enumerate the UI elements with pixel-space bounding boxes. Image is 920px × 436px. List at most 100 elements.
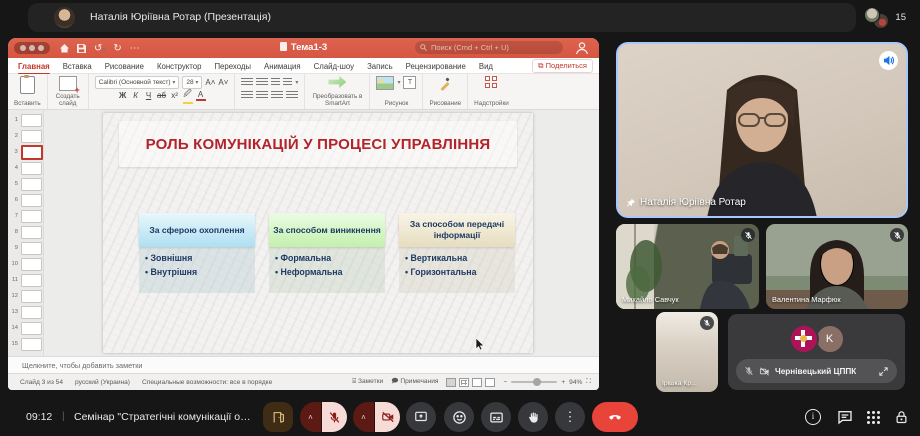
menu-tab-10[interactable]: Вид	[479, 62, 493, 71]
menu-tab-7[interactable]: Слайд-шоу	[314, 62, 354, 71]
reactions-button[interactable]	[444, 402, 474, 432]
more-options-button[interactable]: ⋮	[555, 402, 585, 432]
font-color-button[interactable]: А	[196, 90, 206, 101]
slide-thumbnail-3[interactable]: 3	[8, 144, 43, 160]
present-screen-button[interactable]	[406, 402, 436, 432]
account-icon[interactable]	[575, 41, 589, 55]
video-tile-cppk[interactable]: K Чернівецький ЦППК	[728, 314, 905, 390]
comments-toggle[interactable]: 🗩 Примечания	[391, 377, 438, 388]
slide-thumbnail-7[interactable]: 7	[8, 208, 43, 224]
video-tile-2[interactable]: Валентина Марфюк	[766, 224, 908, 309]
menu-tab-3[interactable]: Рисование	[105, 62, 144, 71]
powerpoint-window: ↺▾ ↻ ⋯ Тема1-3 Поиск (Cmd + Ctrl + U) Гл…	[8, 38, 599, 390]
bullet-item: Горизонтальна	[405, 266, 513, 280]
slide[interactable]: РОЛЬ КОМУНІКАЦІЙ У ПРОЦЕСІ УПРАВЛІННЯ За…	[103, 113, 533, 353]
slide-thumbnail-2[interactable]: 2	[8, 128, 43, 144]
zoom-out-button[interactable]: −	[503, 379, 507, 386]
menu-tab-1[interactable]: Главная	[18, 62, 50, 71]
menu-tab-8[interactable]: Запись	[367, 62, 393, 71]
raise-hand-button[interactable]	[518, 402, 548, 432]
zoom-slider[interactable]	[511, 381, 557, 383]
share-button[interactable]: ⧉ Поделиться	[532, 59, 593, 73]
grow-font-button[interactable]: A˄	[205, 78, 215, 87]
slide-thumbnail-13[interactable]: 13	[8, 304, 43, 320]
mic-options-chevron[interactable]: ˄	[300, 402, 321, 432]
slide-thumbnail-4[interactable]: 4	[8, 160, 43, 176]
normal-view-button[interactable]	[446, 378, 456, 387]
reading-view-button[interactable]	[472, 378, 482, 387]
align-center-icon[interactable]	[256, 91, 268, 100]
justify-icon[interactable]	[286, 91, 298, 100]
video-tile-1[interactable]: Михайло Савчук	[616, 224, 759, 309]
smartart-group[interactable]: Преобразовать в SmartArt	[305, 74, 370, 109]
bullet-list-icon[interactable]	[241, 78, 253, 87]
slide-thumbnail-12[interactable]: 12	[8, 288, 43, 304]
highlight-button[interactable]: 🖉	[183, 88, 193, 104]
slide-sorter-view-button[interactable]	[459, 378, 469, 387]
numbered-list-icon[interactable]	[256, 78, 268, 87]
activities-button[interactable]	[861, 405, 885, 429]
slide-thumb-preview	[21, 210, 42, 223]
expand-icon[interactable]	[878, 366, 889, 377]
notes-toggle[interactable]: ⌸ Заметки	[352, 378, 383, 386]
align-left-icon[interactable]	[241, 91, 253, 100]
strikethrough-button[interactable]: аб	[157, 91, 167, 100]
camera-off-button[interactable]	[375, 402, 400, 432]
text-box-icon[interactable]: T	[403, 76, 416, 89]
notes-pane[interactable]: Щелкните, чтобы добавить заметки	[8, 356, 599, 373]
zoom-in-button[interactable]: +	[561, 379, 565, 386]
search-input[interactable]: Поиск (Cmd + Ctrl + U)	[415, 41, 563, 54]
video-tile-main-speaker[interactable]: Наталія Юріївна Ротар	[616, 42, 908, 218]
slide-thumbnail-14[interactable]: 14	[8, 320, 43, 336]
bullet-item: Внутрішня	[145, 266, 253, 280]
indent-icon[interactable]	[271, 78, 280, 87]
menu-tab-9[interactable]: Рецензирование	[406, 62, 466, 71]
underline-button[interactable]: Ч	[144, 91, 154, 100]
present-screen-icon	[414, 410, 428, 424]
leave-call-button[interactable]	[592, 402, 638, 432]
menu-tab-4[interactable]: Конструктор	[157, 62, 201, 71]
menu-tab-2[interactable]: Вставка	[63, 62, 92, 71]
paste-group[interactable]: Вставить	[8, 74, 48, 109]
participants-button[interactable]: 15	[864, 6, 906, 28]
slide-thumbnail-15[interactable]: 15	[8, 336, 43, 352]
align-right-icon[interactable]	[271, 91, 283, 100]
new-slide-group[interactable]: Создать слайд	[48, 74, 89, 109]
drawing-group[interactable]: Рисование	[423, 74, 468, 109]
host-controls-button[interactable]	[889, 405, 913, 429]
addins-group[interactable]: Надстройки	[468, 74, 515, 109]
bold-button[interactable]: Ж	[118, 91, 128, 100]
slide-thumbnail-1[interactable]: 1	[8, 112, 43, 128]
slide-title-box[interactable]: РОЛЬ КОМУНІКАЦІЙ У ПРОЦЕСІ УПРАВЛІННЯ	[119, 121, 517, 167]
slide-number: 3	[11, 149, 18, 155]
camera-options-chevron[interactable]: ˄	[353, 402, 374, 432]
chat-button[interactable]	[833, 405, 857, 429]
mic-mute-button[interactable]	[322, 402, 347, 432]
slideshow-view-button[interactable]	[485, 378, 495, 387]
participant-name: Ірішка Кр...	[662, 380, 697, 387]
slide-thumbnail-10[interactable]: 10	[8, 256, 43, 272]
fit-slide-button[interactable]: ⛶	[586, 378, 591, 386]
camera-off-icon	[759, 366, 770, 377]
slide-thumbnail-8[interactable]: 8	[8, 224, 43, 240]
shrink-font-button[interactable]: A˅	[218, 78, 228, 87]
slide-thumbnail-11[interactable]: 11	[8, 272, 43, 288]
accessibility-status[interactable]: Специальные возможности: все в порядке	[142, 379, 272, 386]
font-name-select[interactable]: Calibri (Основной текст) ▾	[95, 76, 180, 89]
meeting-details-button[interactable]: i	[801, 405, 825, 429]
slide-thumbnail-9[interactable]: 9	[8, 240, 43, 256]
captions-button[interactable]	[481, 402, 511, 432]
picture-icon[interactable]	[376, 76, 394, 90]
superscript-button[interactable]: х²	[170, 91, 180, 100]
italic-button[interactable]: К	[131, 91, 141, 100]
meeting-name: Семінар "Стратегічні комунікації органу …	[74, 398, 256, 436]
video-tile-3[interactable]: Ірішка Кр...	[656, 312, 718, 392]
language-indicator[interactable]: русский (Украина)	[75, 379, 130, 386]
menu-tab-5[interactable]: Переходы	[214, 62, 251, 71]
menu-tab-6[interactable]: Анимация	[264, 62, 301, 71]
slide-canvas[interactable]: РОЛЬ КОМУНІКАЦІЙ У ПРОЦЕСІ УПРАВЛІННЯ За…	[44, 110, 599, 356]
slide-thumbnail-6[interactable]: 6	[8, 192, 43, 208]
line-spacing-icon[interactable]	[283, 78, 292, 87]
slide-thumbnail-5[interactable]: 5	[8, 176, 43, 192]
meeting-room-button[interactable]	[263, 402, 293, 432]
